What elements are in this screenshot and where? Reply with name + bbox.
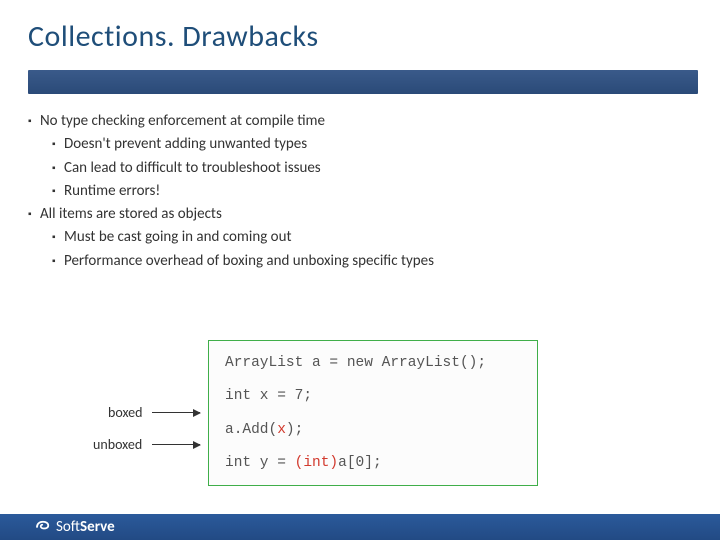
bullet-item: Performance overhead of boxing and unbox…: [28, 250, 688, 273]
slide: Collections. Drawbacks No type checking …: [0, 0, 720, 540]
code-box: ArrayList a = new ArrayList(); int x = 7…: [208, 340, 538, 486]
label-boxed: boxed: [108, 404, 142, 421]
label-unboxed: unboxed: [93, 436, 142, 453]
bullet-item: All items are stored as objects: [28, 203, 688, 226]
brand-text-soft: Soft: [56, 518, 80, 536]
code-line: a.Add(x);: [225, 422, 521, 439]
code-line: int y = (int)a[0];: [225, 455, 521, 472]
bullet-item: Runtime errors!: [28, 180, 688, 203]
bullet-item: Doesn't prevent adding unwanted types: [28, 133, 688, 156]
bullet-item: Must be cast going in and coming out: [28, 226, 688, 249]
footer-bar: SoftServe: [0, 514, 720, 540]
arrow-icon: [152, 412, 200, 413]
content-body: No type checking enforcement at compile …: [28, 110, 688, 273]
code-highlight: (int): [295, 455, 339, 471]
code-highlight: x: [277, 422, 286, 438]
arrow-icon: [152, 444, 200, 445]
bullet-item: Can lead to difficult to troubleshoot is…: [28, 157, 688, 180]
code-line: ArrayList a = new ArrayList();: [225, 355, 521, 372]
slide-title: Collections. Drawbacks: [0, 0, 720, 55]
swirl-icon: [34, 518, 52, 536]
bullet-item: No type checking enforcement at compile …: [28, 110, 688, 133]
brand-logo: SoftServe: [34, 518, 115, 536]
brand-text-serve: Serve: [80, 518, 115, 536]
code-line: int x = 7;: [225, 388, 521, 405]
header-bar: [28, 70, 698, 94]
